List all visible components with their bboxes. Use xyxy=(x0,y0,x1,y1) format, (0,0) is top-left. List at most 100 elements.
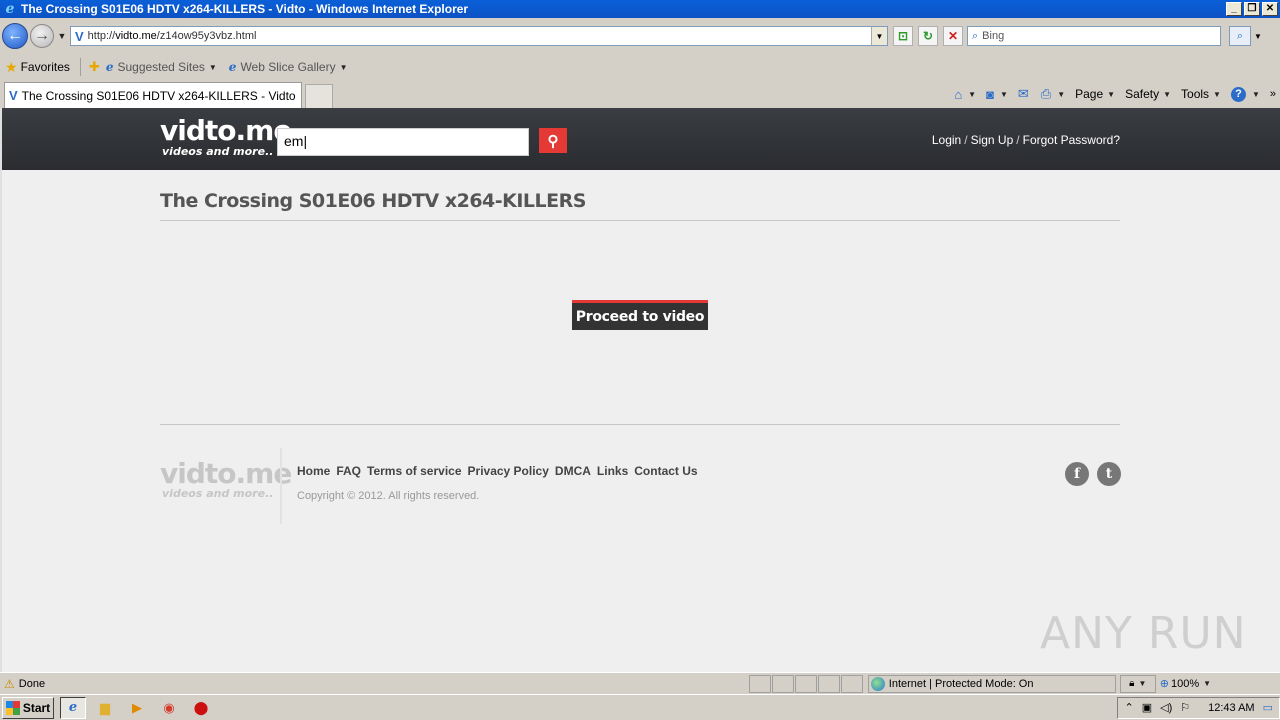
compatibility-view-button[interactable]: ⊡ xyxy=(893,26,913,46)
lock-icon: 🔒︎ xyxy=(1129,678,1135,689)
forward-button[interactable]: → xyxy=(30,24,54,48)
status-cell xyxy=(817,674,840,693)
show-desktop-icon[interactable]: ▭ xyxy=(1263,701,1273,714)
security-zone[interactable]: Internet | Protected Mode: On xyxy=(867,674,1116,693)
taskbar-ie[interactable]: e xyxy=(60,696,86,719)
page-menu[interactable]: Page ▼ xyxy=(1075,87,1115,101)
help-menu[interactable]: ? ▼ xyxy=(1230,86,1260,102)
taskbar-opera[interactable]: ⬤ xyxy=(188,697,214,719)
back-button[interactable]: ← xyxy=(2,23,28,49)
history-dropdown[interactable]: ▼ xyxy=(56,31,68,41)
search-go-button[interactable]: ⌕ xyxy=(1229,26,1251,46)
status-cell xyxy=(840,674,863,693)
address-bar[interactable]: V http://vidto.me/z14ow95y3vbz.html ▼ xyxy=(70,26,888,46)
add-to-favorites-icon[interactable]: ✚ xyxy=(89,59,100,75)
volume-icon[interactable]: ◁) xyxy=(1160,701,1172,714)
favorites-button[interactable]: Favorites xyxy=(21,60,70,74)
chevron-down-icon: ▼ xyxy=(968,89,977,99)
footer-link-faq[interactable]: FAQ xyxy=(336,464,361,478)
more-commands-icon[interactable]: » xyxy=(1270,88,1276,100)
show-hidden-icons-icon[interactable]: ⌃ xyxy=(1124,701,1133,714)
search-options-dropdown[interactable]: ▼ xyxy=(1253,32,1263,41)
windows-taskbar: Start e ▆ ▶ ◉ ⬤ ⌃ ▣ ◁) ⚐ 12:43 AM ▭ xyxy=(0,694,1280,720)
page-menu-label: Page xyxy=(1075,87,1104,101)
taskbar-media-player[interactable]: ▶ xyxy=(124,697,150,719)
favorites-item-web-slice-gallery[interactable]: e Web Slice Gallery ▼ xyxy=(229,60,348,74)
feeds-button[interactable]: ◙ ▼ xyxy=(986,87,1008,102)
chevron-down-icon: ▼ xyxy=(1251,89,1260,99)
status-cell xyxy=(748,674,771,693)
taskbar-chrome[interactable]: ◉ xyxy=(156,697,182,719)
site-logo[interactable]: vidto.me videos and more.. xyxy=(160,114,292,158)
footer-link-dmca[interactable]: DMCA xyxy=(555,464,591,478)
stop-button[interactable]: ✕ xyxy=(943,26,963,46)
mail-button[interactable]: ✉ xyxy=(1018,86,1031,102)
chevron-down-icon: ▼ xyxy=(1107,89,1116,99)
tab-label: The Crossing S01E06 HDTV x264-KILLERS - … xyxy=(21,88,296,103)
home-button[interactable]: ⌂ ▼ xyxy=(954,87,976,102)
address-dropdown[interactable]: ▼ xyxy=(871,27,887,45)
tools-menu[interactable]: Tools ▼ xyxy=(1181,87,1221,101)
globe-icon xyxy=(870,676,885,691)
tab-vidto[interactable]: V The Crossing S01E06 HDTV x264-KILLERS … xyxy=(4,82,302,108)
site-search-button[interactable]: ⚲ xyxy=(539,128,567,153)
warning-icon: ⚠ xyxy=(4,676,15,691)
restore-button[interactable]: ❐ xyxy=(1244,2,1260,16)
zoom-control[interactable]: ⊕ 100% ▼ xyxy=(1160,675,1211,693)
chevron-down-icon: ▼ xyxy=(1057,89,1066,99)
favorites-item-label: Suggested Sites xyxy=(117,60,205,74)
footer-link-contact[interactable]: Contact Us xyxy=(634,464,697,478)
refresh-icon: ↻ xyxy=(922,29,934,43)
refresh-button[interactable]: ↻ xyxy=(918,26,938,46)
taskbar-explorer[interactable]: ▆ xyxy=(92,697,118,719)
ie-icon: e xyxy=(68,700,78,715)
print-button[interactable]: ⎙ ▼ xyxy=(1041,86,1065,102)
window-title-bar: e The Crossing S01E06 HDTV x264-KILLERS … xyxy=(0,0,1280,18)
facebook-icon[interactable]: f xyxy=(1065,462,1089,486)
media-player-icon: ▶ xyxy=(132,699,142,715)
favorites-bar: ★ Favorites ✚ e Suggested Sites ▼ e Web … xyxy=(0,54,1280,80)
stop-sign-icon: ⬤ xyxy=(193,699,209,715)
status-bar: ⚠ Done Internet | Protected Mode: On 🔒︎ ▼… xyxy=(0,672,1280,694)
twitter-icon[interactable]: t xyxy=(1097,462,1121,486)
forgot-password-link[interactable]: Forgot Password? xyxy=(1023,133,1120,147)
start-label: Start xyxy=(22,700,51,715)
close-icon: ✕ xyxy=(947,29,959,43)
auth-separator: / xyxy=(964,133,968,147)
search-icon: ⌕ xyxy=(1236,29,1244,42)
status-text: Done xyxy=(18,677,46,690)
rss-icon: ◙ xyxy=(986,86,994,102)
page-title: The Crossing S01E06 HDTV x264-KILLERS xyxy=(160,190,1120,221)
clock[interactable]: 12:43 AM xyxy=(1208,702,1254,714)
footer-link-home[interactable]: Home xyxy=(297,464,330,478)
new-tab-button[interactable] xyxy=(305,84,333,108)
search-icon: ⚲ xyxy=(547,132,559,150)
navigation-bar: ← → ▼ V http://vidto.me/z14ow95y3vbz.htm… xyxy=(0,18,1280,54)
footer-link-privacy[interactable]: Privacy Policy xyxy=(468,464,549,478)
network-icon[interactable]: ▣ xyxy=(1142,701,1152,714)
safety-menu[interactable]: Safety ▼ xyxy=(1125,87,1171,101)
action-center-flag-icon[interactable]: ⚐ xyxy=(1180,701,1190,714)
proceed-to-video-button[interactable]: Proceed to video xyxy=(572,300,708,330)
protected-mode-indicator[interactable]: 🔒︎ ▼ xyxy=(1119,674,1156,693)
zoom-level: 100% xyxy=(1170,677,1200,690)
site-tagline: videos and more.. xyxy=(162,145,274,158)
browser-search-input[interactable]: ⌕ Bing xyxy=(967,26,1221,46)
chevron-down-icon: ▼ xyxy=(1254,31,1262,41)
mail-icon: ✉ xyxy=(1017,86,1029,101)
footer-logo[interactable]: vidto.me videos and more.. xyxy=(160,460,292,500)
signup-link[interactable]: Sign Up xyxy=(971,133,1014,147)
close-button[interactable]: ✕ xyxy=(1262,2,1278,16)
start-button[interactable]: Start xyxy=(2,696,54,719)
command-bar: ⌂ ▼ ◙ ▼ ✉ ⎙ ▼ Page ▼ Safety ▼ Tools ▼ ? ▼ » xyxy=(954,80,1280,108)
footer-link-terms[interactable]: Terms of service xyxy=(367,464,462,478)
site-search-input[interactable]: em| xyxy=(277,128,529,156)
site-logo-text: vidto.me xyxy=(160,114,292,147)
windows-logo-icon xyxy=(5,700,20,715)
minimize-button[interactable]: _ xyxy=(1226,2,1242,16)
login-link[interactable]: Login xyxy=(932,133,961,147)
favorites-item-suggested-sites[interactable]: e Suggested Sites ▼ xyxy=(106,60,217,74)
site-favicon-icon: V xyxy=(9,88,18,103)
auth-separator: / xyxy=(1016,133,1020,147)
footer-link-links[interactable]: Links xyxy=(597,464,628,478)
